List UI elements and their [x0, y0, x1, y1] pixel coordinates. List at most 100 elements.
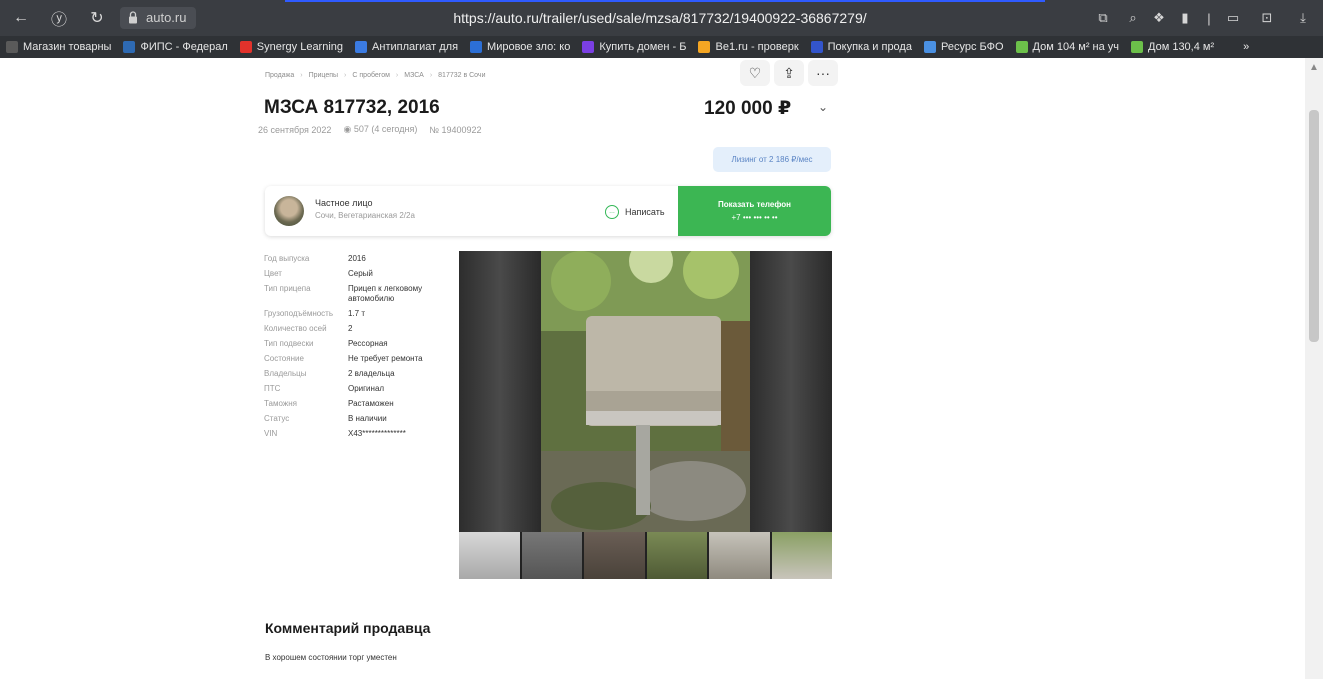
bookmark-favicon-icon [810, 41, 823, 53]
bookmark-item[interactable]: Антиплагиат для [349, 36, 464, 58]
thumbnail[interactable] [771, 532, 832, 579]
bookmark-label: Ресурс БФО [940, 41, 1004, 53]
more-button[interactable]: ··· [808, 60, 838, 86]
bookmark-icon[interactable]: ▮ [1176, 9, 1194, 27]
bookmark-favicon-icon [582, 41, 595, 53]
spec-key: Тип прицепа [264, 284, 311, 293]
thumbnail-strip [459, 532, 832, 579]
spec-value: Оригинал [348, 384, 385, 393]
breadcrumb-item[interactable]: 817732 в Сочи [438, 72, 485, 79]
show-phone-button[interactable]: Показать телефон +7 ••• ••• •• •• [678, 186, 831, 236]
address-bar[interactable]: https://auto.ru/trailer/used/sale/mzsa/8… [300, 0, 1020, 36]
photo-blur-right [750, 251, 832, 532]
main-photo[interactable] [541, 251, 750, 532]
breadcrumb-item[interactable]: Продажа [265, 72, 294, 79]
bookmark-item[interactable]: Ресурс БФО [918, 36, 1010, 58]
bookmark-label: Антиплагиат для [372, 41, 459, 53]
chevron-down-icon[interactable]: ⌄ [818, 100, 828, 114]
tabs-icon[interactable]: ⧉ [1094, 9, 1112, 27]
extension-icon[interactable]: ❖ [1150, 9, 1168, 27]
spec-row: Цвет Серый [264, 269, 454, 279]
thumbnail[interactable] [709, 532, 770, 579]
favorite-button[interactable]: ♡ [740, 60, 770, 86]
back-icon[interactable]: ← [10, 7, 32, 29]
listing-date: 26 сентября 2022 [258, 124, 332, 135]
bookmark-favicon-icon [6, 41, 18, 53]
search-icon[interactable]: ⌕ [1124, 9, 1142, 27]
bookmark-label: Дом 104 м² на уч [1032, 41, 1120, 53]
leasing-button[interactable]: Лизинг от 2 186 ₽/мес [713, 147, 831, 172]
bookmark-favicon-icon [470, 41, 483, 53]
reload-icon[interactable]: ↻ [86, 7, 108, 29]
spec-row: ПТС Оригинал [264, 384, 454, 394]
bookmark-item[interactable]: Магазин товарны [0, 36, 117, 58]
bookmark-item[interactable]: Купить домен - Б [576, 36, 692, 58]
heart-icon: ♡ [748, 64, 762, 81]
spec-value: В наличии [348, 414, 387, 423]
bookmark-label: » [1243, 41, 1250, 53]
bookmark-item[interactable]: Дом 104 м² на уч [1010, 36, 1125, 58]
bookmark-label: Покупка и прода [827, 41, 912, 53]
share-button[interactable]: ⇪ [774, 60, 804, 86]
eye-icon: ◉ [343, 124, 352, 134]
breadcrumb-item[interactable]: С пробегом [352, 72, 390, 79]
bookmark-item[interactable]: Дом 130,4 м² [1125, 36, 1220, 58]
spec-row: VIN X43************** [264, 429, 454, 439]
bookmark-item[interactable]: ФИПС - Федерал [117, 36, 233, 58]
scrollbar-thumb[interactable] [1309, 110, 1319, 342]
bookmark-item[interactable]: » [1220, 36, 1255, 58]
spec-key: Тип подвески [264, 339, 314, 348]
breadcrumb-separator-icon: › [344, 72, 347, 79]
browser-toolbar: ← ⓨ ↻ auto.ru https://auto.ru/trailer/us… [0, 0, 1323, 36]
bookmarks-bar: Магазин товарны ФИПС - Федерал Synergy Lea… [0, 36, 1323, 58]
spec-key: Грузоподъёмность [264, 309, 334, 318]
thumbnail[interactable] [521, 532, 582, 579]
collections-icon[interactable]: ⊡ [1258, 9, 1276, 27]
spec-value: Растаможен [348, 399, 394, 408]
spec-value: Серый [348, 269, 373, 278]
spec-row: Год выпуска 2016 [264, 254, 454, 264]
bookmark-item[interactable]: Synergy Learning [234, 36, 349, 58]
yandex-icon[interactable]: ⓨ [48, 7, 70, 29]
scroll-up-icon[interactable]: ▲ [1308, 62, 1320, 73]
photo-blur-left [459, 251, 541, 532]
lock-icon [129, 11, 137, 24]
bookmark-item[interactable]: Мировое зло: ко [464, 36, 576, 58]
bookmark-favicon-icon [1226, 41, 1239, 53]
thumbnail[interactable] [459, 532, 520, 579]
specs-list: Год выпуска 2016 Цвет Серый Тип прицепа Прице… [264, 254, 454, 444]
bookmark-label: Мировое зло: ко [487, 41, 571, 53]
photo-gallery[interactable] [459, 251, 832, 579]
seller-address: Сочи, Вегетарианская 2/2а [315, 211, 415, 220]
breadcrumb-item[interactable]: Прицепы [309, 72, 338, 79]
write-button[interactable]: … Написать [605, 205, 665, 219]
spec-row: Состояние Не требует ремонта [264, 354, 454, 364]
spec-key: Владельцы [264, 369, 307, 378]
bookmark-favicon-icon [123, 41, 136, 53]
seller-type: Частное лицо [315, 198, 373, 208]
thumbnail[interactable] [646, 532, 707, 579]
bookmark-item[interactable]: Be1.ru - проверк [692, 36, 804, 58]
domain-text: auto.ru [146, 10, 187, 25]
more-dots-icon: ··· [816, 65, 830, 81]
spec-row: Грузоподъёмность 1.7 т [264, 309, 454, 319]
bookmark-favicon-icon [1131, 41, 1144, 53]
bookmark-favicon-icon [239, 41, 252, 53]
breadcrumb-item[interactable]: МЗСА [404, 72, 424, 79]
domain-pill[interactable]: auto.ru [120, 7, 197, 29]
spec-key: Год выпуска [264, 254, 310, 263]
spec-key: Цвет [264, 269, 282, 278]
page-title: МЗСА 817732, 2016 [264, 97, 440, 118]
listing-meta: 26 сентября 2022 ◉ 507 (4 сегодня) № 194… [258, 124, 482, 135]
views: ◉ 507 (4 сегодня) [343, 124, 417, 135]
spec-value: X43************** [348, 429, 406, 438]
price[interactable]: 120 000 ₽ [704, 97, 791, 120]
spec-value: 2 [348, 324, 353, 333]
bookmark-favicon-icon [698, 41, 711, 53]
bookmark-favicon-icon [923, 41, 936, 53]
spec-key: Статус [264, 414, 290, 423]
thumbnail[interactable] [584, 532, 645, 579]
download-icon[interactable]: ⤓ [1294, 9, 1312, 27]
bookmark-item[interactable]: Покупка и прода [805, 36, 918, 58]
battery-icon[interactable]: ▭ [1224, 9, 1242, 27]
